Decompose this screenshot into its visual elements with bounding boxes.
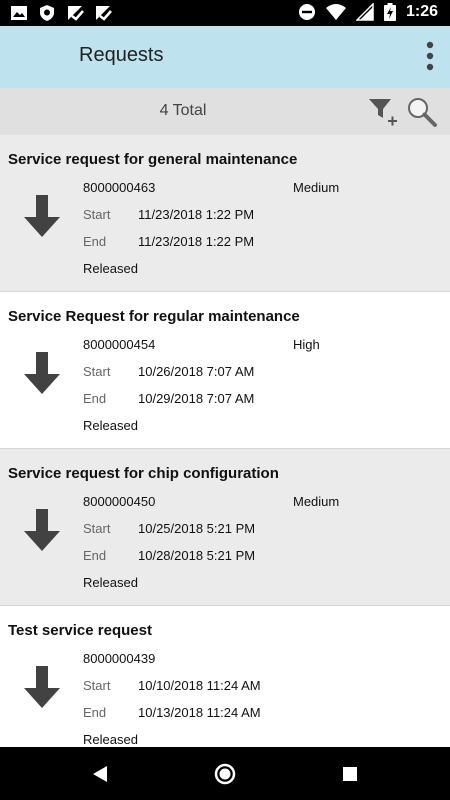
system-icons: 1:26 [298,3,438,21]
arrow-down-icon [24,509,60,551]
back-icon[interactable] [92,765,108,783]
request-list: Service request for general maintenance … [0,135,450,747]
start-date: 10/10/2018 11:24 AM [138,678,261,693]
battery-charging-icon [383,3,396,21]
dnd-icon [298,4,315,20]
start-date: 10/25/2018 5:21 PM [138,521,256,536]
end-label: End [83,548,107,563]
list-item[interactable]: Service request for chip configuration 8… [0,449,450,606]
request-number: 8000000463 [83,180,156,195]
end-label: End [83,705,107,720]
end-date: 10/29/2018 7:07 AM [138,391,255,406]
end-label: End [83,234,107,249]
page-title: Requests [79,44,164,66]
end-date: 10/28/2018 5:21 PM [138,548,256,563]
list-item[interactable]: Test service request 8000000439 Start 10… [0,606,450,747]
request-status: Released [83,575,138,590]
end-date: 10/13/2018 11:24 AM [138,705,261,720]
filter-add-icon[interactable] [366,96,398,128]
start-label: Start [83,521,111,536]
request-status: Released [83,418,138,433]
request-status: Released [83,261,138,276]
start-label: Start [83,678,111,693]
start-date: 10/26/2018 7:07 AM [138,364,255,379]
signal-icon [355,3,374,21]
request-priority: Medium [293,494,340,509]
request-title: Test service request [8,622,152,639]
home-icon[interactable] [214,763,236,785]
arrow-down-icon [24,352,60,394]
request-number: 8000000454 [83,337,156,352]
request-title: Service request for chip configuration [8,465,279,482]
shield-icon [40,5,54,21]
start-date: 11/23/2018 1:22 PM [138,207,255,222]
check-badge-icon [96,6,112,21]
arrow-down-icon [24,195,60,237]
start-label: Start [83,364,111,379]
recents-icon[interactable] [343,767,357,781]
request-title: Service request for general maintenance [8,151,298,168]
list-item[interactable]: Service Request for regular maintenance … [0,292,450,449]
start-label: Start [83,207,111,222]
list-item[interactable]: Service request for general maintenance … [0,135,450,292]
notification-icons [10,4,112,22]
end-date: 11/23/2018 1:22 PM [138,234,255,249]
search-icon[interactable] [406,96,438,128]
clock: 1:26 [405,3,438,20]
request-priority: High [293,337,320,352]
check-badge-icon [68,6,84,21]
total-count: 4 Total [159,102,207,119]
request-priority: Medium [293,180,340,195]
arrow-down-icon [24,666,60,708]
navigation-bar [0,747,450,800]
status-bar: 1:26 [0,0,450,26]
request-status: Released [83,732,138,747]
image-icon [11,6,27,20]
filter-bar: 4 Total [0,88,450,135]
app-bar: Requests [0,26,450,88]
more-vertical-icon[interactable] [422,40,438,72]
request-number: 8000000439 [83,651,156,666]
request-number: 8000000450 [83,494,156,509]
end-label: End [83,391,107,406]
request-title: Service Request for regular maintenance [8,308,300,325]
wifi-icon [325,4,346,20]
